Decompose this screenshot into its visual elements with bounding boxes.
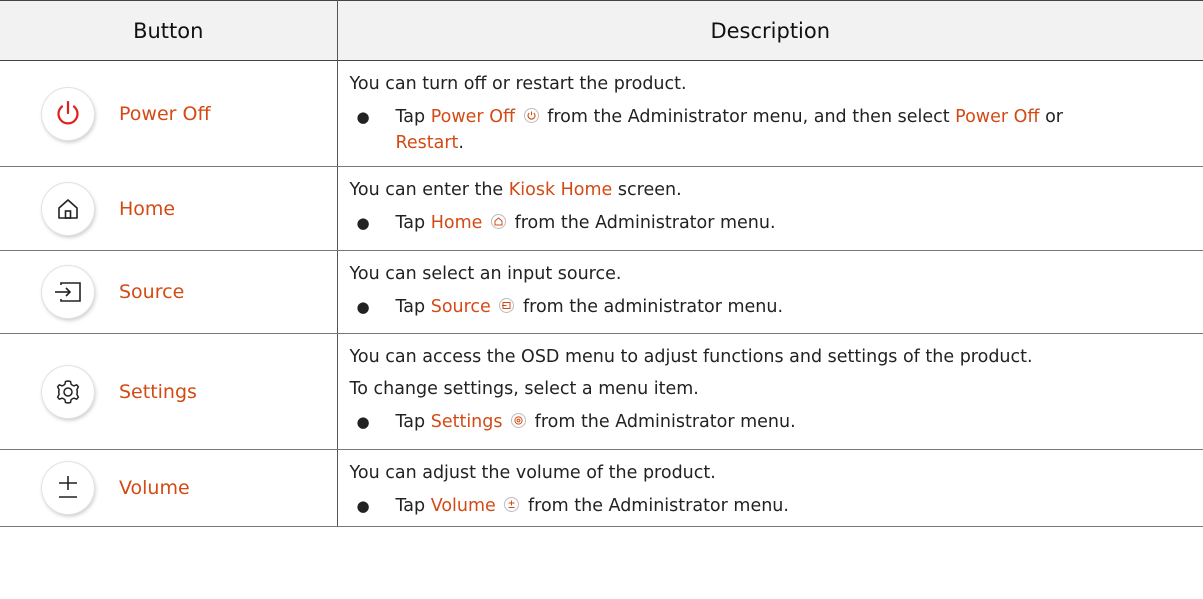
table-row: Volume You can adjust the volume of the … xyxy=(0,449,1203,527)
power-button[interactable] xyxy=(42,87,94,140)
list-item: ● Tap Settings from the Administrator me… xyxy=(356,412,796,432)
volume-icon xyxy=(59,476,77,498)
table-header-row: Button Description xyxy=(0,0,1203,61)
volume-button[interactable] xyxy=(42,462,94,514)
button-cell: Source xyxy=(0,250,338,334)
button-cell: Home xyxy=(0,166,338,251)
list-item: ● Tap Volume from the Administrator menu… xyxy=(356,496,789,516)
description-text: You can adjust the volume of the product… xyxy=(349,463,716,483)
header-button: Button xyxy=(0,0,338,61)
source-icon xyxy=(55,282,81,302)
button-label-volume: Volume xyxy=(119,477,190,499)
button-label-power-off: Power Off xyxy=(119,102,211,125)
gear-icon xyxy=(511,413,527,428)
button-cell: Power Off xyxy=(0,60,338,167)
description-cell: You can select an input source. ● Tap So… xyxy=(337,250,1203,334)
description-text: To change settings, select a menu item. xyxy=(349,379,699,399)
table-row: Power Off You can turn off or restart th… xyxy=(0,60,1203,167)
description-text: You can enter the Kiosk Home screen. xyxy=(349,180,682,200)
header-description: Description xyxy=(337,0,1203,61)
list-item: ● Tap Power Off from the Administrator m… xyxy=(356,107,1063,153)
button-label-home: Home xyxy=(119,197,176,220)
power-icon xyxy=(523,108,539,123)
table-row: Source You can select an input source. ●… xyxy=(0,250,1203,334)
home-button[interactable] xyxy=(42,182,94,235)
list-item: ● Tap Source from the administrator menu… xyxy=(356,297,784,317)
description-cell: You can adjust the volume of the product… xyxy=(337,449,1203,527)
volume-icon xyxy=(504,497,520,512)
table-row: Home You can enter the Kiosk Home screen… xyxy=(0,166,1203,251)
button-cell: Settings xyxy=(0,333,338,450)
list-item: ● Tap Home from the Administrator menu. xyxy=(356,213,776,233)
button-label-settings: Settings xyxy=(119,380,197,403)
description-text: You can access the OSD menu to adjust fu… xyxy=(349,347,1033,367)
admin-button-table: Button Description Power Off You can tur… xyxy=(0,0,1203,527)
button-cell: Volume xyxy=(0,449,338,527)
description-text: You can turn off or restart the product. xyxy=(349,74,687,94)
description-cell: You can access the OSD menu to adjust fu… xyxy=(337,333,1203,450)
source-button[interactable] xyxy=(42,266,94,318)
power-icon xyxy=(57,100,79,124)
home-icon xyxy=(58,198,78,219)
gear-icon xyxy=(56,379,80,404)
description-text: You can select an input source. xyxy=(349,264,622,284)
description-cell: You can enter the Kiosk Home screen. ● T… xyxy=(337,166,1203,251)
settings-button[interactable] xyxy=(42,365,94,418)
table-row: Settings You can access the OSD menu to … xyxy=(0,333,1203,450)
description-cell: You can turn off or restart the product.… xyxy=(337,60,1203,167)
source-icon xyxy=(499,298,515,313)
button-label-source: Source xyxy=(119,281,185,303)
home-icon xyxy=(490,214,506,229)
